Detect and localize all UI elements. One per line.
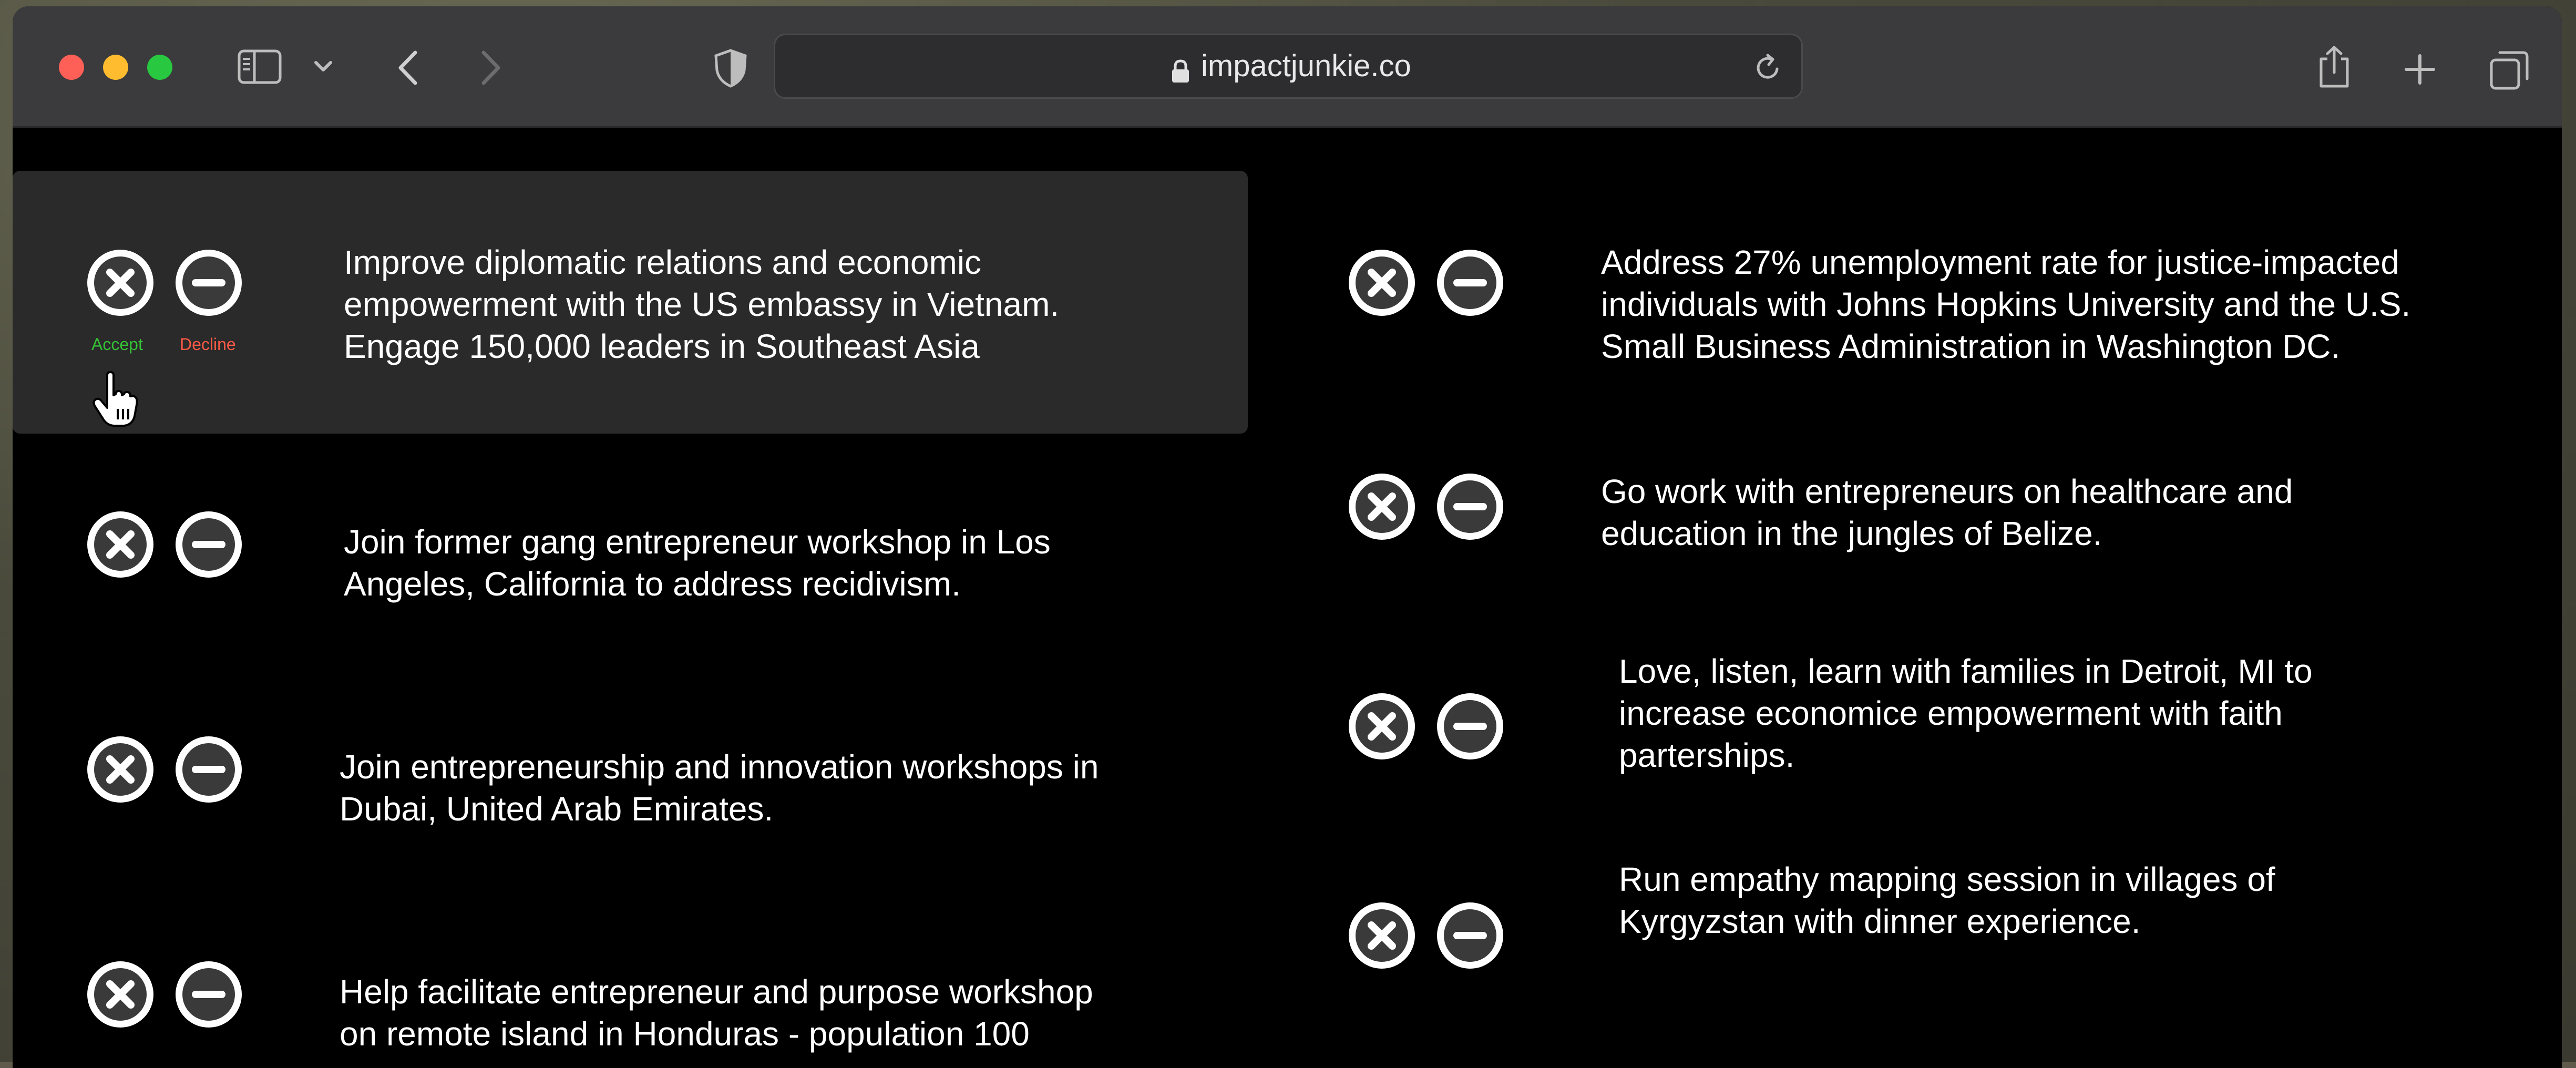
- decline-label: Decline: [180, 335, 236, 354]
- minimize-window-button[interactable]: [103, 55, 128, 80]
- opportunity-card: Help facilitate entrepreneur and purpose…: [13, 932, 1248, 1068]
- browser-window: impactjunkie.co Accept Decline Improve d…: [13, 6, 2562, 1068]
- opportunity-card: Address 27% unemployment rate for justic…: [1274, 171, 2546, 434]
- browser-toolbar: impactjunkie.co: [13, 6, 2562, 128]
- decline-button[interactable]: [1437, 693, 1503, 759]
- opportunity-description: Join entrepreneurship and innovation wor…: [340, 748, 1099, 828]
- accept-button[interactable]: [87, 250, 153, 316]
- sidebar-icon[interactable]: [238, 49, 282, 84]
- forward-icon[interactable]: [479, 49, 502, 86]
- accept-button[interactable]: [87, 961, 153, 1028]
- opportunity-card: Love, listen, learn with families in Det…: [1274, 652, 2546, 843]
- opportunity-description: Address 27% unemployment rate for justic…: [1601, 243, 2411, 365]
- decline-button[interactable]: [176, 250, 242, 316]
- decline-button[interactable]: [176, 961, 242, 1028]
- decline-button[interactable]: [176, 511, 242, 578]
- share-icon[interactable]: [2317, 44, 2352, 89]
- accept-button[interactable]: [1349, 693, 1415, 759]
- hand-cursor-icon: [91, 371, 139, 432]
- opportunity-description: Run empathy mapping session in villages …: [1619, 860, 2275, 940]
- page-content: Accept Decline Improve diplomatic relati…: [13, 128, 2562, 1068]
- opportunity-card: Go work with entrepreneurs on healthcare…: [1274, 459, 2546, 648]
- opportunity-card: Run empathy mapping session in villages …: [1274, 860, 2546, 1053]
- reload-icon[interactable]: [1754, 53, 1782, 85]
- accept-label: Accept: [91, 335, 143, 354]
- chevron-down-icon[interactable]: [313, 60, 333, 74]
- decline-button[interactable]: [1437, 902, 1503, 969]
- accept-button[interactable]: [1349, 250, 1415, 316]
- address-bar[interactable]: impactjunkie.co: [774, 34, 1803, 99]
- url-text: impactjunkie.co: [1201, 49, 1411, 83]
- decline-button[interactable]: [176, 736, 242, 803]
- accept-button[interactable]: [87, 511, 153, 578]
- accept-button[interactable]: [1349, 474, 1415, 540]
- back-icon[interactable]: [396, 49, 419, 86]
- opportunity-description: Help facilitate entrepreneur and purpose…: [340, 973, 1093, 1053]
- opportunity-description: Go work with entrepreneurs on healthcare…: [1601, 473, 2293, 552]
- accept-button[interactable]: [87, 736, 153, 803]
- opportunity-card: Join entrepreneurship and innovation wor…: [13, 701, 1248, 890]
- opportunity-description: Love, listen, learn with families in Det…: [1619, 652, 2313, 774]
- opportunity-description: Improve diplomatic relations and economi…: [344, 243, 1060, 365]
- privacy-shield-icon[interactable]: [714, 48, 747, 88]
- lock-icon: [1171, 59, 1190, 86]
- opportunity-card: Accept Decline Improve diplomatic relati…: [13, 171, 1248, 434]
- opportunity-description: Join former gang entrepreneur workshop i…: [344, 523, 1051, 603]
- close-window-button[interactable]: [59, 55, 84, 80]
- opportunity-card: Join former gang entrepreneur workshop i…: [13, 475, 1248, 664]
- tab-overview-icon[interactable]: [2489, 50, 2529, 90]
- decline-button[interactable]: [1437, 474, 1503, 540]
- decline-button[interactable]: [1437, 250, 1503, 316]
- new-tab-icon[interactable]: [2404, 54, 2436, 85]
- accept-button[interactable]: [1349, 902, 1415, 969]
- zoom-window-button[interactable]: [147, 55, 172, 80]
